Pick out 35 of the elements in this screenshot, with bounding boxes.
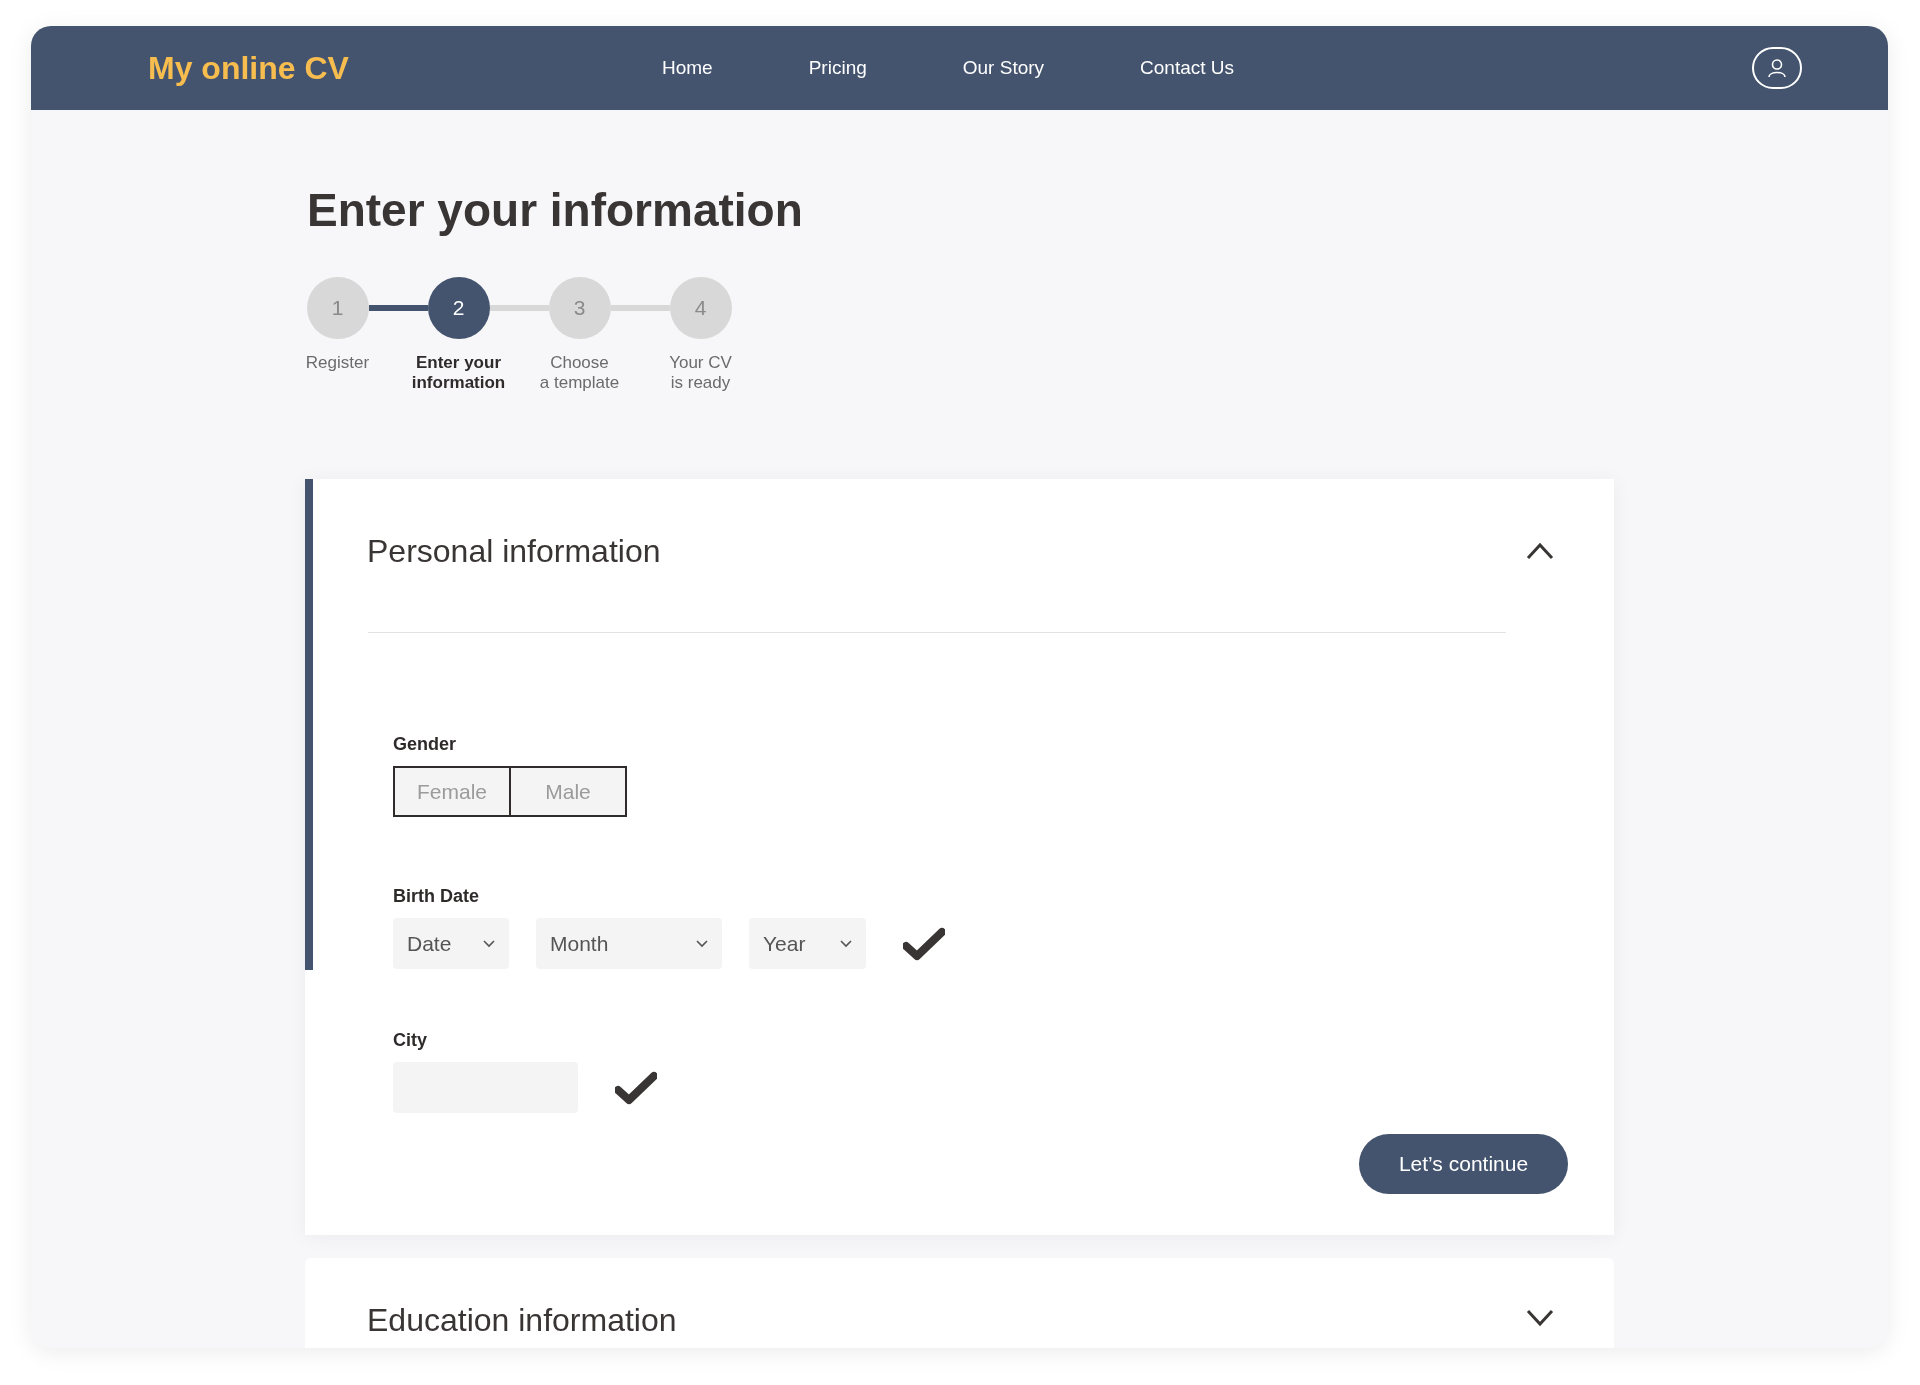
step-circle: 2 [427,277,490,339]
dropdown[interactable]: Year [749,918,866,969]
step-circle: 4 [669,277,732,339]
dropdown[interactable]: Month [536,918,722,969]
chevron-down-icon[interactable] [1526,1309,1554,1327]
step-label: Enter your information [410,353,507,393]
step-label: Choose a template [539,353,620,393]
dropdown-placeholder: Date [407,931,452,956]
dropdown-placeholder: Year [763,931,806,956]
check-icon [615,1070,657,1105]
section-title: Education information [367,1301,677,1340]
dropdown[interactable]: Date [393,918,509,969]
field-label: Birth Date [393,885,480,907]
continue-button[interactable]: Let’s continue [1359,1134,1568,1194]
step-circle: 3 [548,277,611,339]
page-title: Enter your information [307,183,804,238]
chevron-down-icon [483,939,495,948]
chevron-down-icon [840,939,852,948]
field-label: City [393,1029,428,1051]
field-label: Gender [393,733,458,755]
chevron-up-icon[interactable] [1526,542,1554,560]
nav-link[interactable]: Our Story [962,57,1045,79]
chevron-down-icon [696,939,708,948]
user-icon [1767,58,1787,78]
nav-link[interactable]: Pricing [808,57,867,79]
check-icon [903,926,945,961]
nav-link[interactable]: Home [662,57,713,79]
user-button[interactable] [1752,47,1802,89]
nav-link[interactable]: Contact Us [1140,57,1235,79]
section-title: Personal information [367,532,661,571]
dropdown-placeholder: Month [550,931,609,956]
step-label: Register [305,353,370,373]
step-circle: 1 [306,277,369,339]
step-label: Your CV is ready [669,353,732,393]
logo: My online CV [148,49,350,87]
